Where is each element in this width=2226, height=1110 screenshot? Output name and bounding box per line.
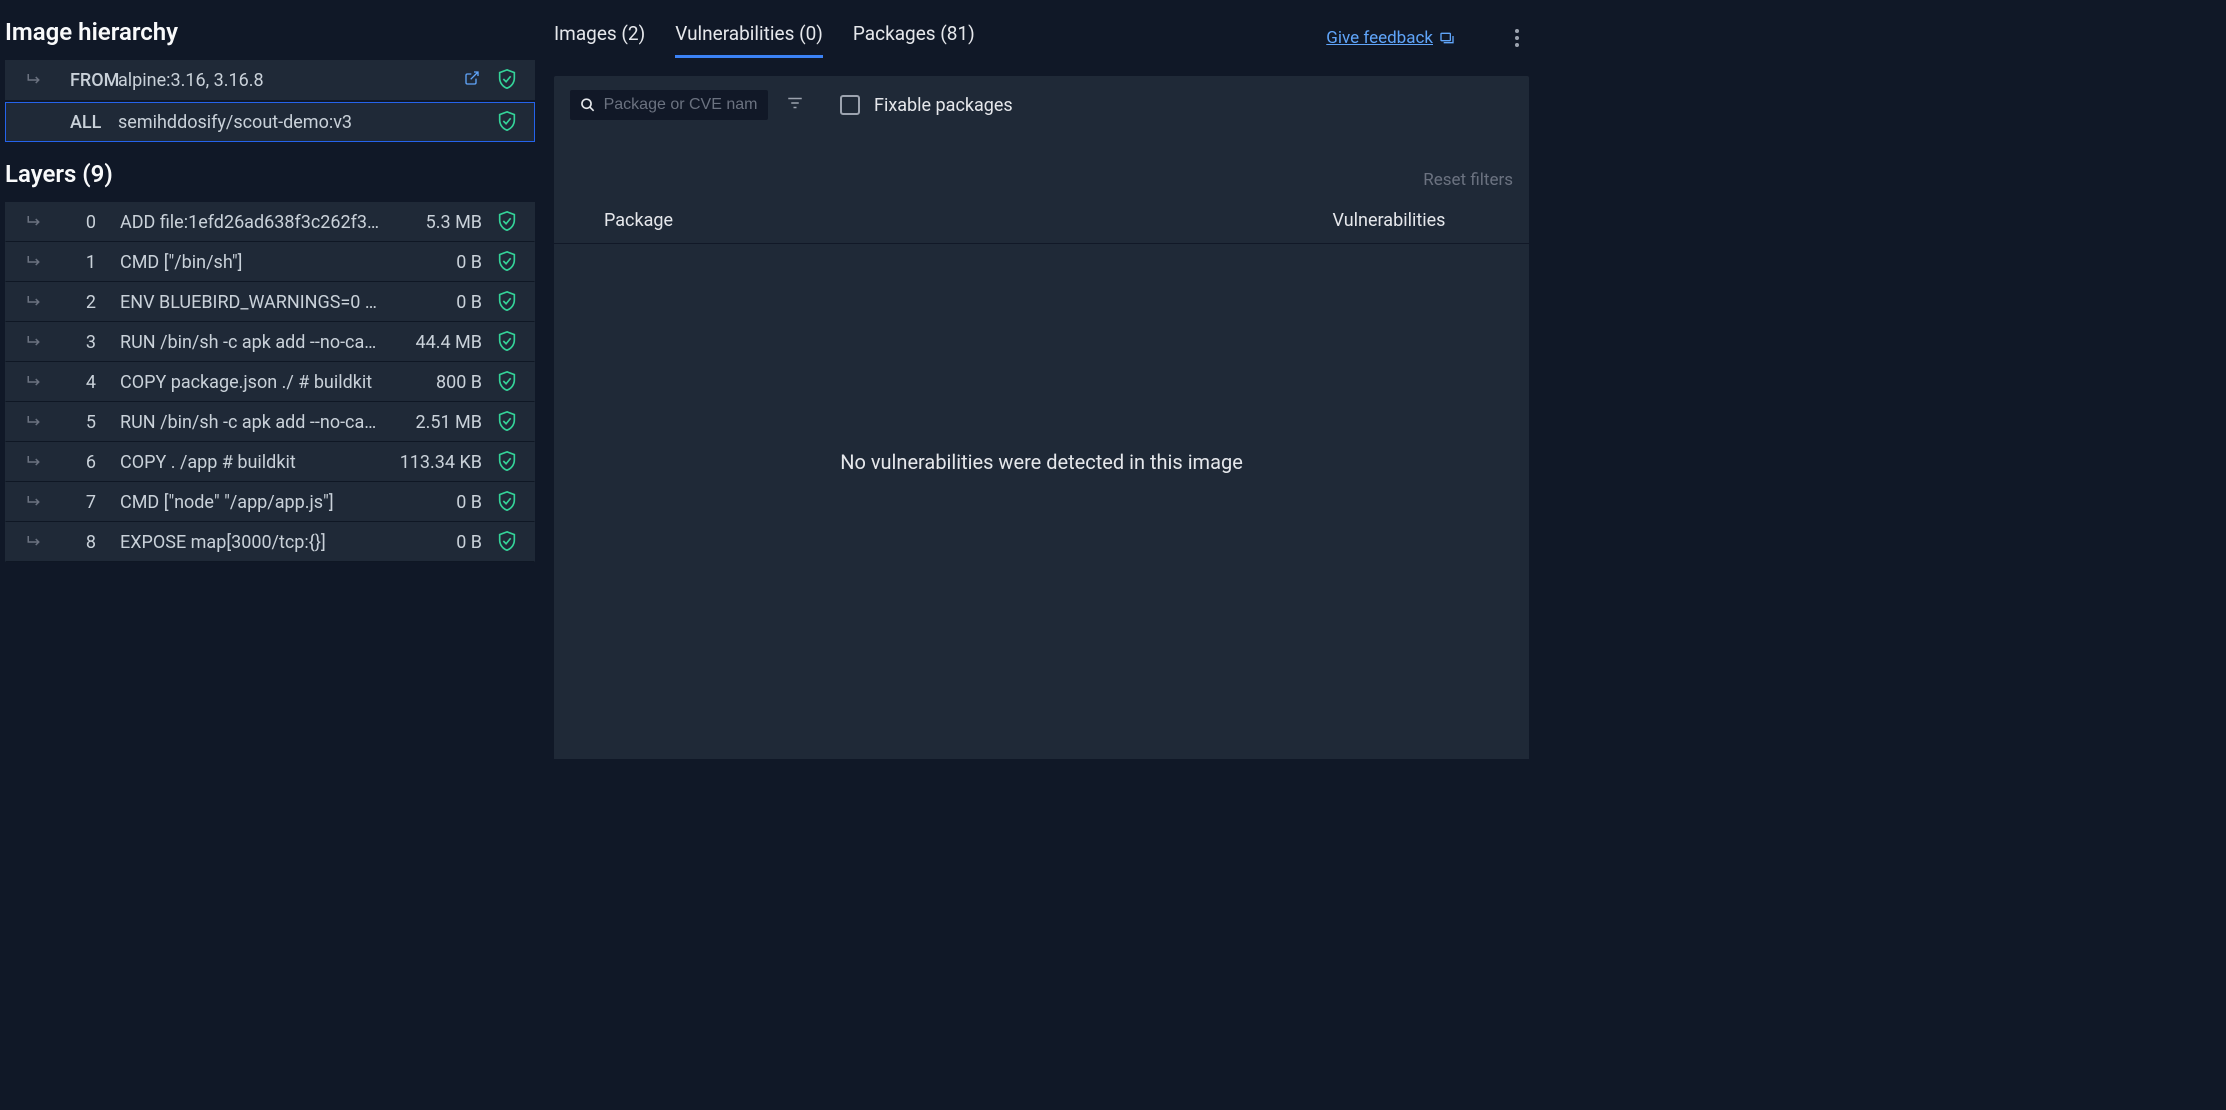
sub-arrow-icon <box>26 373 46 391</box>
layer-size: 800 B <box>382 372 482 393</box>
layer-size: 0 B <box>382 492 482 513</box>
layer-index: 1 <box>70 252 96 273</box>
layer-command: ADD file:1efd26ad638f3c262f37eb81a3… <box>120 212 382 233</box>
sub-arrow-icon <box>26 71 46 89</box>
tab-images[interactable]: Images (2) <box>554 18 645 58</box>
sub-arrow-icon <box>26 493 46 511</box>
shield-check-icon <box>496 210 520 234</box>
layer-size: 2.51 MB <box>382 412 482 433</box>
layer-size: 113.34 KB <box>382 452 482 473</box>
layer-row[interactable]: 0 ADD file:1efd26ad638f3c262f37eb81a3…5.3… <box>5 202 535 242</box>
shield-check-icon <box>496 410 520 434</box>
table-header-vulnerabilities: Vulnerabilities <box>1289 210 1489 231</box>
layer-size: 0 B <box>382 252 482 273</box>
layer-command: ENV BLUEBIRD_WARNINGS=0 NODE_EN… <box>120 292 382 313</box>
sub-arrow-icon <box>26 453 46 471</box>
layer-command: COPY . /app # buildkit <box>120 452 382 473</box>
layers-title: Layers (9) <box>5 142 535 202</box>
empty-state-message: No vulnerabilities were detected in this… <box>554 244 1529 759</box>
shield-check-icon <box>496 250 520 274</box>
sub-arrow-icon <box>26 253 46 271</box>
layer-command: CMD ["node" "/app/app.js"] <box>120 492 382 513</box>
layer-command: CMD ["/bin/sh"] <box>120 252 382 273</box>
layer-size: 5.3 MB <box>382 212 482 233</box>
checkbox-label: Fixable packages <box>874 95 1013 116</box>
shield-check-icon <box>496 530 520 554</box>
layer-command: RUN /bin/sh -c apk add --no-cache npm … <box>120 412 382 433</box>
sub-arrow-icon <box>26 213 46 231</box>
give-feedback-link[interactable]: Give feedback <box>1326 28 1455 48</box>
layer-size: 44.4 MB <box>382 332 482 353</box>
layer-row[interactable]: 3 RUN /bin/sh -c apk add --no-cache node…… <box>5 322 535 362</box>
layer-size: 0 B <box>382 292 482 313</box>
layer-index: 6 <box>70 452 96 473</box>
shield-check-icon <box>496 68 520 92</box>
external-link-icon[interactable] <box>464 70 480 90</box>
layer-row[interactable]: 8 EXPOSE map[3000/tcp:{}]0 B <box>5 522 535 562</box>
search-input-wrap[interactable] <box>570 90 768 120</box>
fixable-packages-checkbox[interactable]: Fixable packages <box>840 95 1013 116</box>
layer-index: 2 <box>70 292 96 313</box>
hierarchy-label: FROM <box>70 70 118 91</box>
shield-check-icon <box>496 110 520 134</box>
sub-arrow-icon <box>26 293 46 311</box>
layer-index: 7 <box>70 492 96 513</box>
tab-vulnerabilities[interactable]: Vulnerabilities (0) <box>675 18 823 58</box>
layer-row[interactable]: 6 COPY . /app # buildkit113.34 KB <box>5 442 535 482</box>
layer-row[interactable]: 2 ENV BLUEBIRD_WARNINGS=0 NODE_EN…0 B <box>5 282 535 322</box>
layer-row[interactable]: 1 CMD ["/bin/sh"]0 B <box>5 242 535 282</box>
layer-index: 8 <box>70 532 96 553</box>
sub-arrow-icon <box>26 533 46 551</box>
tab-packages[interactable]: Packages (81) <box>853 18 975 58</box>
search-input[interactable] <box>604 96 758 114</box>
sub-arrow-icon <box>26 413 46 431</box>
hierarchy-row-all[interactable]: ALL semihddosify/scout-demo:v3 <box>5 102 535 142</box>
feedback-icon <box>1439 30 1455 46</box>
hierarchy-value: alpine:3.16, 3.16.8 <box>118 70 464 91</box>
filter-icon[interactable] <box>786 94 804 117</box>
feedback-label: Give feedback <box>1326 28 1433 48</box>
overflow-menu-icon[interactable] <box>1515 29 1519 47</box>
layer-index: 3 <box>70 332 96 353</box>
layer-size: 0 B <box>382 532 482 553</box>
shield-check-icon <box>496 370 520 394</box>
hierarchy-title: Image hierarchy <box>5 10 535 60</box>
sub-arrow-icon <box>26 333 46 351</box>
table-header-package: Package <box>604 210 1289 231</box>
hierarchy-label: ALL <box>70 112 118 133</box>
shield-check-icon <box>496 290 520 314</box>
layer-row[interactable]: 4 COPY package.json ./ # buildkit800 B <box>5 362 535 402</box>
layer-index: 0 <box>70 212 96 233</box>
hierarchy-row-from[interactable]: FROM alpine:3.16, 3.16.8 <box>5 60 535 100</box>
layer-index: 4 <box>70 372 96 393</box>
search-icon <box>580 96 596 114</box>
layer-command: RUN /bin/sh -c apk add --no-cache node… <box>120 332 382 353</box>
shield-check-icon <box>496 330 520 354</box>
layer-command: COPY package.json ./ # buildkit <box>120 372 382 393</box>
hierarchy-value: semihddosify/scout-demo:v3 <box>118 112 496 133</box>
reset-filters-button[interactable]: Reset filters <box>570 134 1513 190</box>
layer-row[interactable]: 7 CMD ["node" "/app/app.js"]0 B <box>5 482 535 522</box>
checkbox-box <box>840 95 860 115</box>
shield-check-icon <box>496 450 520 474</box>
layer-command: EXPOSE map[3000/tcp:{}] <box>120 532 382 553</box>
layer-row[interactable]: 5 RUN /bin/sh -c apk add --no-cache npm …… <box>5 402 535 442</box>
shield-check-icon <box>496 490 520 514</box>
layer-index: 5 <box>70 412 96 433</box>
